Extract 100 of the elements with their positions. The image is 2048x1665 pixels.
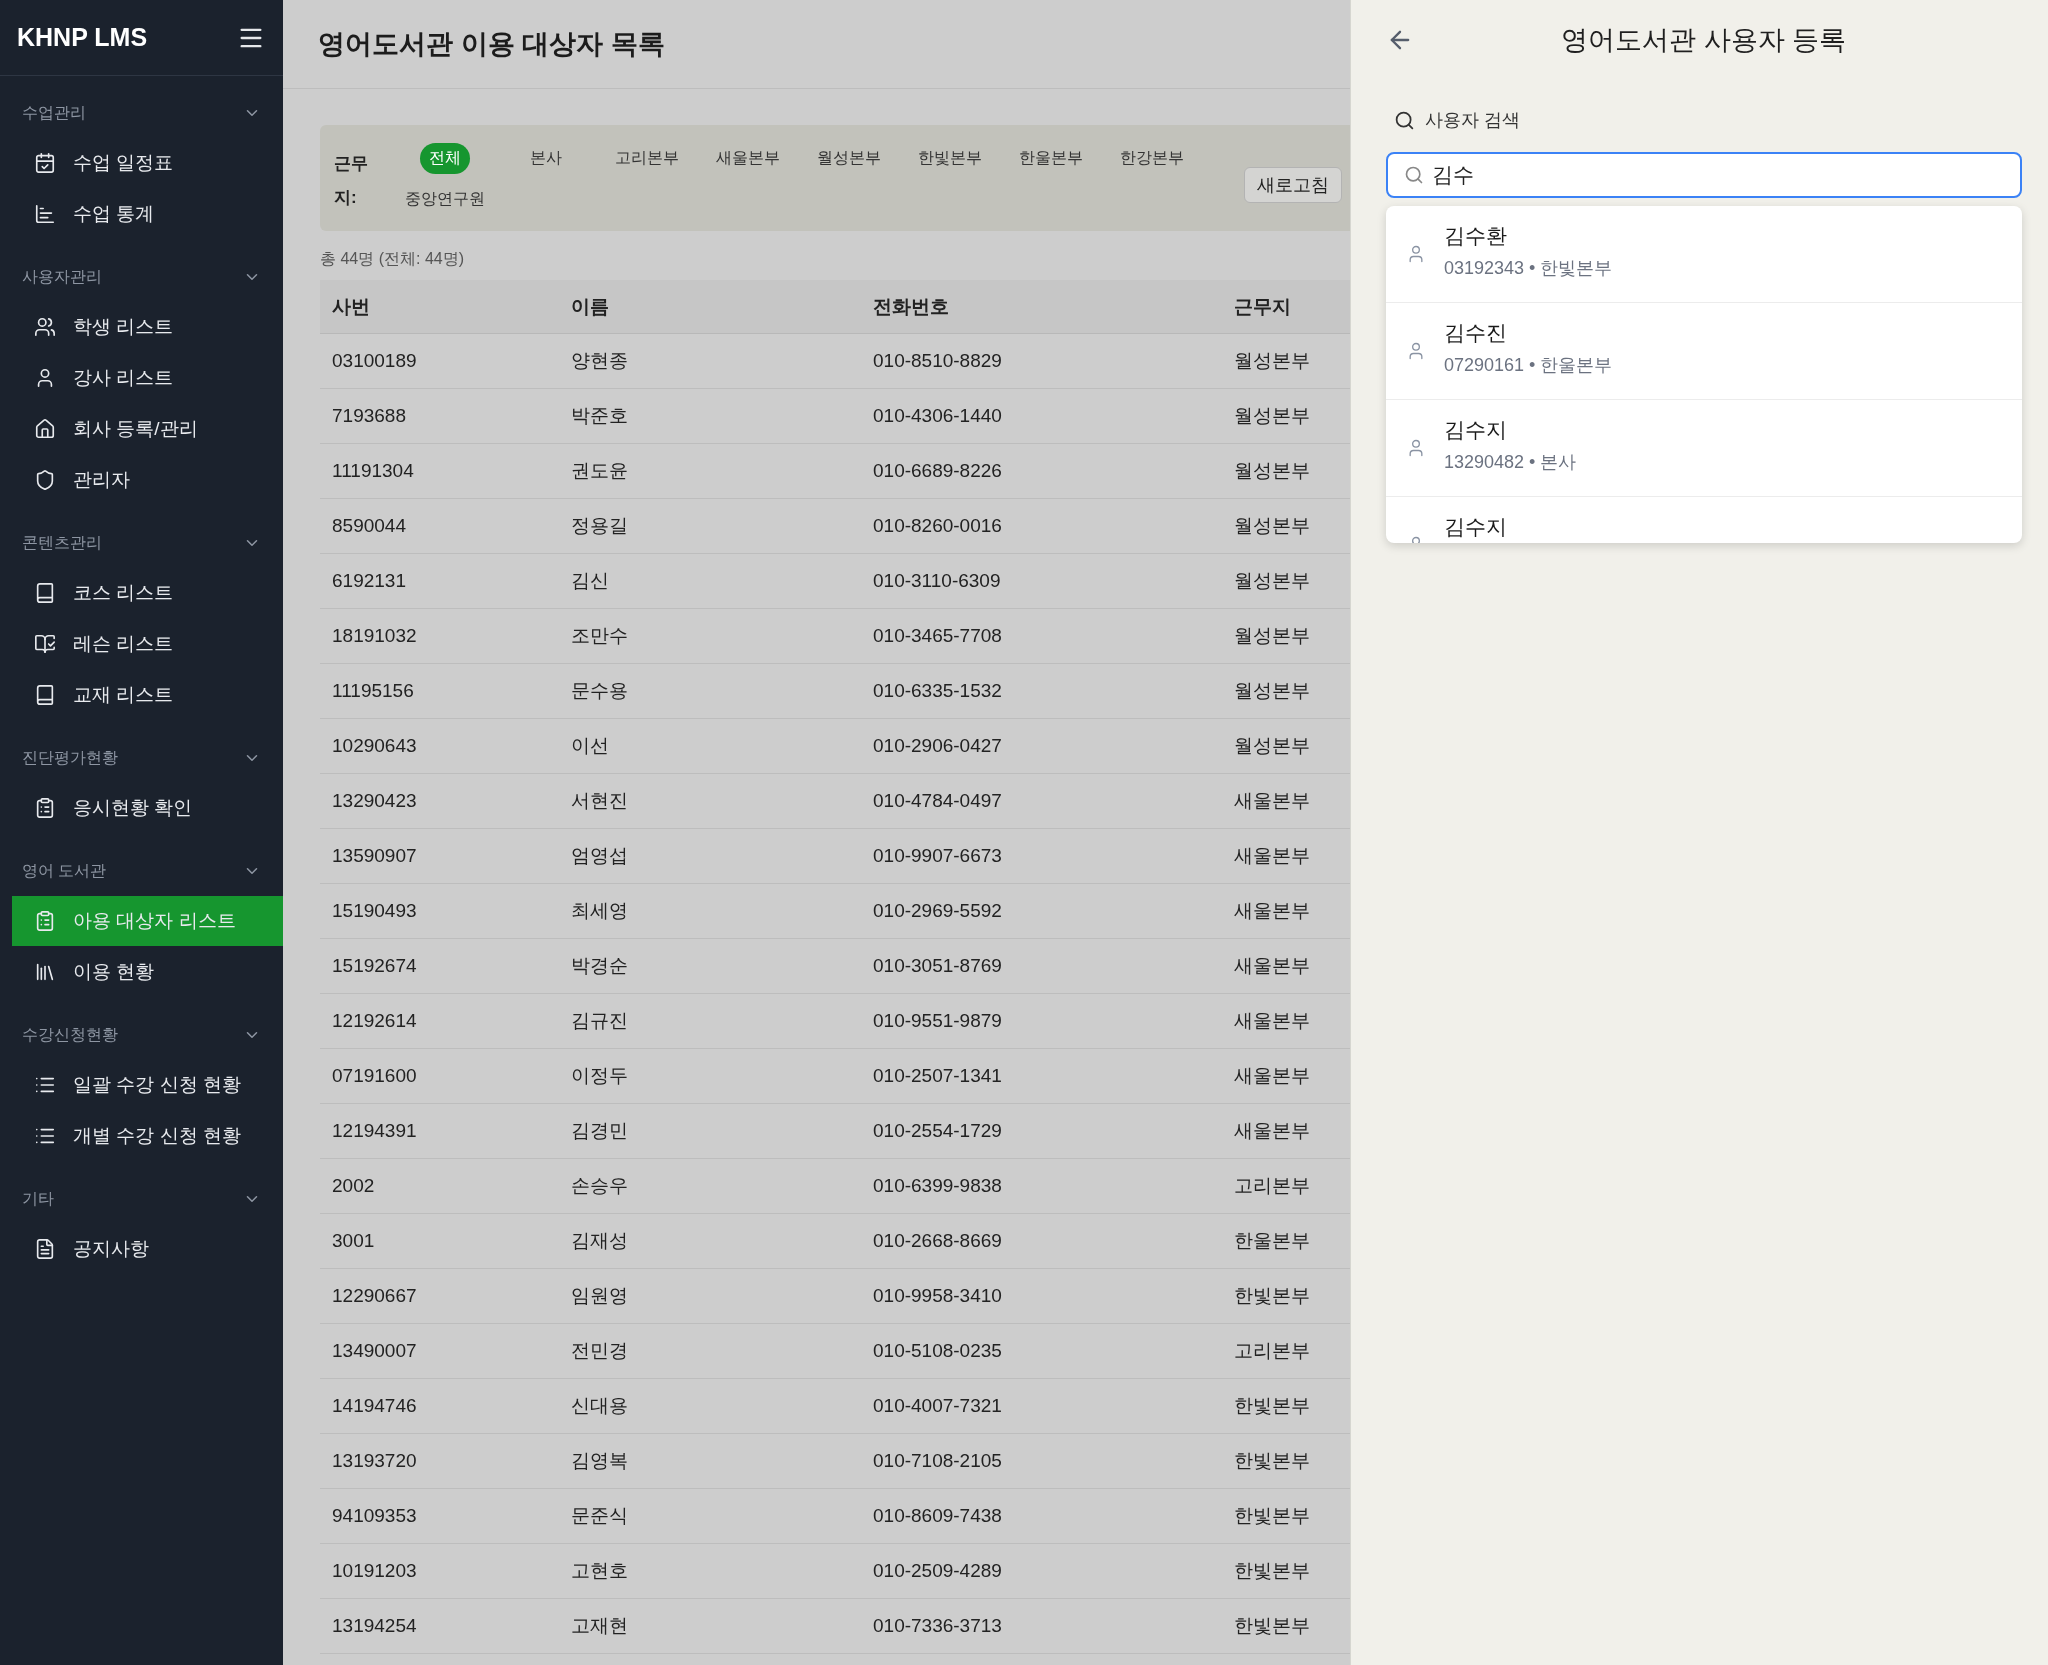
table-cell: 13490007 (320, 1323, 559, 1379)
column-header: 사번 (320, 280, 559, 334)
table-cell: 010-3051-8769 (861, 938, 1222, 994)
table-cell: 고현호 (559, 1543, 861, 1599)
filter-chip[interactable]: 중앙연구원 (394, 184, 495, 215)
table-cell: 권도윤 (559, 443, 861, 499)
filter-chip[interactable]: 월성본부 (798, 143, 899, 174)
table-cell: 010-2507-1341 (861, 1048, 1222, 1104)
table-cell: 010-2554-1729 (861, 1103, 1222, 1159)
table-cell: 김규진 (559, 993, 861, 1049)
table-cell: 010-8510-8829 (861, 333, 1222, 389)
sidebar-item[interactable]: 개별 수강 신청 현황 (12, 1111, 283, 1161)
table-cell: 010-4306-1440 (861, 388, 1222, 444)
table-cell: 최세영 (559, 883, 861, 939)
table-cell: 010-2906-0427 (861, 718, 1222, 774)
table-cell: 13194254 (320, 1598, 559, 1654)
table-cell: 010-2509-4289 (861, 1543, 1222, 1599)
refresh-button[interactable]: 새로고침 (1244, 167, 1342, 203)
sidebar-item[interactable]: 레슨 리스트 (12, 619, 283, 669)
sidebar-item[interactable]: 코스 리스트 (12, 568, 283, 618)
table-cell: 010-4007-7321 (861, 1378, 1222, 1434)
section-title: 수강신청현황 (22, 1024, 118, 1045)
table-cell: 김신 (559, 553, 861, 609)
filter-chip[interactable]: 새울본부 (697, 143, 798, 174)
search-field[interactable]: 김수 (1386, 152, 2022, 198)
document-icon (34, 1238, 56, 1260)
result-item[interactable]: 김수지 (1386, 497, 2022, 543)
search-icon (1404, 165, 1424, 185)
calendar-check-icon (34, 152, 56, 174)
shield-icon (34, 469, 56, 491)
table-cell: 15190493 (320, 883, 559, 939)
panel-title: 영어도서관 사용자 등록 (1560, 24, 1848, 57)
table-cell: 양현종 (559, 333, 861, 389)
table-cell: 10191203 (320, 1543, 559, 1599)
table-cell: 김재성 (559, 1213, 861, 1269)
brand-title: KHNP LMS (17, 23, 148, 52)
table-cell: 신대용 (559, 1378, 861, 1434)
table-cell: 010-3465-7708 (861, 608, 1222, 664)
search-icon (1394, 109, 1415, 131)
open-book-check-icon (34, 633, 56, 655)
table-cell: 서현진 (559, 773, 861, 829)
search-input[interactable]: 김수 (1430, 162, 2004, 188)
table-cell: 03100189 (320, 333, 559, 389)
clipboard-list-icon (34, 910, 56, 932)
search-label: 사용자 검색 (1425, 109, 1520, 132)
table-cell: 전민경 (559, 1323, 861, 1379)
section-title: 콘텐츠관리 (22, 532, 102, 553)
house-icon (34, 418, 56, 440)
filter-chip[interactable]: 한강본부 (1101, 143, 1202, 174)
table-cell: 07191600 (320, 1048, 559, 1104)
sidebar-item[interactable]: 관리자 (12, 455, 283, 505)
filter-chip[interactable]: 한빛본부 (899, 143, 1000, 174)
table-cell: 2002 (320, 1158, 559, 1214)
table-cell: 12194391 (320, 1103, 559, 1159)
table-cell: 010-6399-9838 (861, 1158, 1222, 1214)
table-cell: 8590044 (320, 498, 559, 554)
sidebar-item[interactable]: 회사 등록/관리 (12, 404, 283, 454)
table-cell: 정용길 (559, 498, 861, 554)
result-item[interactable]: 김수진 07290161 • 한울본부 (1386, 303, 2022, 400)
table-cell: 010-2668-8669 (861, 1213, 1222, 1269)
sidebar-item[interactable]: 공지사항 (12, 1224, 283, 1274)
column-header: 근무지 (1222, 280, 1350, 334)
table-cell: 010-8260-0016 (861, 498, 1222, 554)
table-cell: 010-3110-6309 (861, 553, 1222, 609)
table-cell: 010-7108-2105 (861, 1433, 1222, 1489)
filter-chip[interactable]: 한울본부 (1000, 143, 1101, 174)
table-cell: 7193688 (320, 388, 559, 444)
sidebar-item[interactable]: 수업 일정표 (12, 138, 283, 188)
filter-label: 근무지: (334, 153, 369, 209)
result-item[interactable]: 김수환 03192343 • 한빛본부 (1386, 206, 2022, 303)
sidebar-item[interactable]: 수업 통계 (12, 189, 283, 239)
library-icon (34, 961, 56, 983)
sidebar-item[interactable]: 일괄 수강 신청 현황 (12, 1060, 283, 1110)
table-cell: 010-6689-8226 (861, 443, 1222, 499)
table-cell: 고재현 (559, 1598, 861, 1654)
sidebar-item[interactable]: 응시현황 확인 (12, 783, 283, 833)
sidebar-item[interactable]: 강사 리스트 (12, 353, 283, 403)
result-item[interactable]: 김수지 13290482 • 본사 (1386, 400, 2022, 497)
table-cell: 010-9958-3410 (861, 1268, 1222, 1324)
page-title: 영어도서관 이용 대상자 목록 (318, 28, 665, 61)
table-cell: 3001 (320, 1213, 559, 1269)
sidebar-item[interactable]: 이용 현황 (12, 947, 283, 997)
section-title: 영어 도서관 (22, 860, 107, 881)
table-cell: 010-8609-7438 (861, 1488, 1222, 1544)
table-cell: 010-2969-5592 (861, 883, 1222, 939)
bar-chart-icon (34, 203, 56, 225)
sidebar-item[interactable]: 교재 리스트 (12, 670, 283, 720)
table-cell: 18191032 (320, 608, 559, 664)
filter-chip[interactable]: 본사 (495, 143, 596, 174)
filter-chip[interactable]: 고리본부 (596, 143, 697, 174)
section-title: 수업관리 (22, 102, 86, 123)
clipboard-list-icon (34, 797, 56, 819)
count-text: 총 44명 (전체: 44명) (320, 249, 466, 269)
table-cell: 13193720 (320, 1433, 559, 1489)
table-cell: 12290667 (320, 1268, 559, 1324)
table-cell: 11191304 (320, 443, 559, 499)
table-cell: 94109353 (320, 1488, 559, 1544)
section-title: 기타 (22, 1188, 54, 1209)
table-cell: 이선 (559, 718, 861, 774)
sidebar-item[interactable]: 학생 리스트 (12, 302, 283, 352)
